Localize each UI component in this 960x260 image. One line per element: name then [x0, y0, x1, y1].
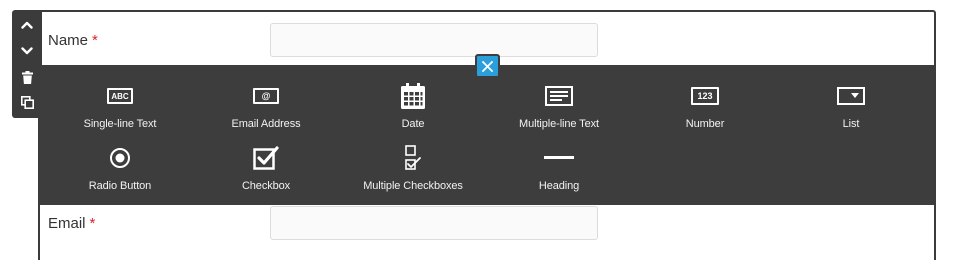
- icon-text: 123: [691, 87, 719, 105]
- heading-icon: [544, 145, 574, 171]
- close-picker-button[interactable]: [475, 54, 500, 78]
- multiline-text-icon: [544, 83, 574, 109]
- checkbox-icon: [251, 145, 281, 171]
- field-label: Email *: [48, 206, 95, 242]
- chevron-down-icon: [21, 47, 33, 55]
- required-asterisk: *: [89, 215, 96, 232]
- radio-button-icon: [105, 145, 135, 171]
- field-type-heading[interactable]: Heading: [489, 145, 629, 201]
- field-type-label: List: [842, 118, 860, 130]
- field-type-multiple-checkboxes[interactable]: Multiple Checkboxes: [343, 145, 483, 201]
- field-type-single-line-text[interactable]: ABC Single-line Text: [50, 83, 190, 139]
- close-icon: [482, 60, 493, 72]
- move-up-button[interactable]: [12, 14, 42, 36]
- field-type-label: Heading: [538, 180, 580, 192]
- field-type-label: Email Address: [231, 118, 301, 130]
- single-line-text-icon: ABC: [105, 83, 135, 109]
- field-type-label: Multiple Checkboxes: [363, 180, 463, 192]
- field-type-label: Multiple-line Text: [519, 118, 599, 130]
- field-type-checkbox[interactable]: Checkbox: [196, 145, 336, 201]
- icon-text: ABC: [107, 88, 133, 104]
- field-type-date[interactable]: Date: [343, 83, 483, 139]
- field-type-radio-button[interactable]: Radio Button: [50, 145, 190, 201]
- field-type-label: Date: [401, 118, 425, 130]
- field-type-label: Radio Button: [88, 180, 152, 192]
- field-toolbar: [12, 10, 42, 118]
- duplicate-button[interactable]: [12, 91, 42, 113]
- dropdown-list-icon: [836, 83, 866, 109]
- number-icon: 123: [690, 83, 720, 109]
- chevron-up-icon: [21, 21, 33, 29]
- move-down-button[interactable]: [12, 40, 42, 62]
- field-label-text: Name: [48, 32, 89, 49]
- icon-text: @: [253, 88, 279, 104]
- field-type-picker: ABC Single-line Text @ Email Address Dat…: [40, 65, 934, 205]
- field-label: Name *: [48, 23, 98, 59]
- calendar-icon: [398, 83, 428, 109]
- field-type-label: Checkbox: [241, 180, 291, 192]
- copy-icon: [20, 95, 34, 109]
- multiple-checkboxes-icon: [398, 145, 428, 171]
- field-type-multiple-line-text[interactable]: Multiple-line Text: [489, 83, 629, 139]
- delete-button[interactable]: [12, 66, 42, 88]
- field-row-email: Email *: [48, 206, 608, 242]
- email-icon: @: [251, 83, 281, 109]
- field-row-name: Name *: [48, 23, 608, 59]
- trash-icon: [21, 70, 33, 84]
- field-label-text: Email: [48, 215, 86, 232]
- email-input[interactable]: [270, 206, 598, 240]
- field-type-number[interactable]: 123 Number: [635, 83, 775, 139]
- required-asterisk: *: [92, 32, 98, 49]
- field-type-email-address[interactable]: @ Email Address: [196, 83, 336, 139]
- name-input[interactable]: [270, 23, 598, 57]
- field-type-label: Number: [685, 118, 725, 130]
- field-type-list[interactable]: List: [781, 83, 921, 139]
- field-type-label: Single-line Text: [83, 118, 157, 130]
